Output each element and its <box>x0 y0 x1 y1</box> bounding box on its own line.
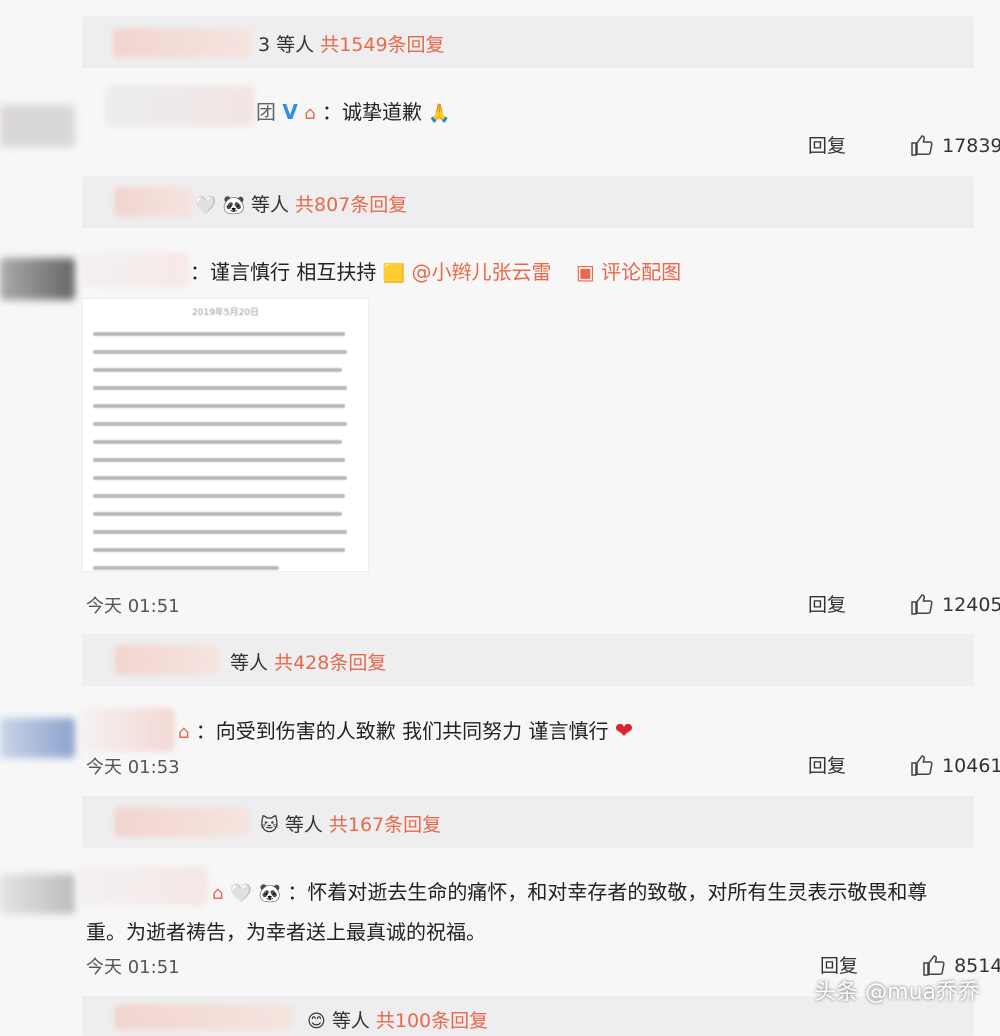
sticker-icon: 🤍 <box>194 195 217 216</box>
comment-body-line1: ：怀着对逝去生命的痛怀，和对幸存者的致敬，对所有生灵表示敬畏和尊 <box>287 880 928 904</box>
reply-summary-bar[interactable]: 3 等人 共1549条回复 <box>82 16 974 68</box>
comment-actions: 回复 10461 <box>808 751 1000 778</box>
sticker-icon: 🟨 <box>382 263 406 284</box>
comment-text: ⌂ ：向受到伤害的人致歉 我们共同努力 谨言慎行 ❤ <box>178 715 633 744</box>
reply-summary-bar[interactable]: 🐱 等人 共167条回复 <box>82 796 974 848</box>
reply-count-link[interactable]: 共428条回复 <box>274 652 386 674</box>
mention-link[interactable]: @小辫儿张云雷 <box>412 260 552 284</box>
comment-text: ：谨言慎行 相互扶持 🟨 @小辫儿张云雷 ▣ 评论配图 <box>190 256 681 285</box>
sticker-icon: 🐱 <box>260 815 279 836</box>
comment-picture[interactable]: 2019年5月20日 <box>82 298 369 572</box>
blurred-username <box>80 252 190 288</box>
thumbs-up-icon[interactable] <box>910 754 934 776</box>
reply-summary-suffix: 等人 <box>250 194 289 216</box>
blurred-username <box>114 1004 294 1030</box>
reply-summary-text: 等人 共428条回复 <box>230 648 386 675</box>
reply-summary-text: 3 等人 共1549条回复 <box>258 30 445 57</box>
avatar[interactable] <box>0 718 75 758</box>
reply-count-link[interactable]: 共807条回复 <box>295 194 407 216</box>
avatar[interactable] <box>0 105 75 147</box>
reply-count-link[interactable]: 共1549条回复 <box>320 34 444 56</box>
sticker-icon: 😊 <box>307 1011 326 1032</box>
blurred-username <box>80 708 175 752</box>
comment-actions: 回复 17839 <box>808 131 1000 158</box>
avatar[interactable] <box>0 874 75 914</box>
reply-button[interactable]: 回复 <box>808 135 846 157</box>
comment-text: ⌂ 🤍 🐼 ：怀着对逝去生命的痛怀，和对幸存者的致敬，对所有生灵表示敬畏和尊 <box>212 876 927 905</box>
fan-badge-icon: ⌂ <box>304 103 316 124</box>
verified-icon: V <box>282 100 298 124</box>
blurred-username <box>105 85 255 127</box>
panda-icon: 🐼 <box>258 883 281 904</box>
comment-time: 今天 01:51 <box>86 957 180 978</box>
comment-actions: 回复 12405 <box>808 590 1000 617</box>
picture-date: 2019年5月20日 <box>191 308 260 318</box>
comment-body-line2: 重。为逝者祷告，为幸者送上最真诚的祝福。 <box>86 920 486 944</box>
comment-time: 今天 01:51 <box>86 596 180 617</box>
watermark: 头条 @mua乔乔 <box>814 980 980 1005</box>
blurred-username <box>114 807 249 837</box>
comment-picture-label: 评论配图 <box>601 260 682 284</box>
comment-body: ：向受到伤害的人致歉 我们共同努力 谨言慎行 <box>195 719 609 743</box>
reply-summary-suffix: 3 等人 <box>258 34 315 56</box>
blurred-username <box>114 645 219 675</box>
blurred-username <box>114 187 194 217</box>
like-count: 12405 <box>942 594 1000 616</box>
like-count: 17839 <box>942 135 1000 157</box>
comment-picture-link[interactable]: ▣ 评论配图 <box>576 260 681 284</box>
comment-body: ：谨言慎行 相互扶持 <box>190 260 377 284</box>
reply-count-link[interactable]: 共167条回复 <box>329 814 441 836</box>
reply-summary-text: 🐱 等人 共167条回复 <box>260 810 441 837</box>
reply-summary-suffix: 等人 <box>284 814 323 836</box>
like-count: 10461 <box>942 755 1000 777</box>
blurred-username <box>112 28 252 58</box>
picture-text-lines <box>83 332 368 570</box>
picture-icon: ▣ <box>575 260 595 284</box>
thumbs-up-icon[interactable] <box>910 593 934 615</box>
sticker-icon: 🤍 <box>229 883 253 904</box>
heart-icon: ❤ <box>614 719 634 744</box>
fan-badge-icon: ⌂ <box>212 883 224 904</box>
comment-time: 今天 01:53 <box>86 757 180 778</box>
reply-summary-text: 🤍 🐼 等人 共807条回复 <box>194 190 407 217</box>
comment-body: ：诚挚道歉 <box>322 100 422 124</box>
avatar[interactable] <box>0 258 75 300</box>
reply-summary-bar[interactable]: 🤍 🐼 等人 共807条回复 <box>82 176 974 228</box>
reply-button[interactable]: 回复 <box>808 594 846 616</box>
reply-summary-bar[interactable]: 等人 共428条回复 <box>82 634 974 686</box>
thumbs-up-icon[interactable] <box>910 134 934 156</box>
blurred-username <box>78 866 208 906</box>
reply-button[interactable]: 回复 <box>808 755 846 777</box>
reply-count-link[interactable]: 共100条回复 <box>376 1010 488 1032</box>
reply-summary-suffix: 等人 <box>230 652 269 674</box>
reply-summary-text: 😊 等人 共100条回复 <box>307 1006 488 1033</box>
reply-summary-suffix: 等人 <box>331 1010 370 1032</box>
praying-hands-icon: 🙏 <box>428 103 451 124</box>
panda-icon: 🐼 <box>222 195 245 216</box>
fan-badge-icon: ⌂ <box>178 722 190 743</box>
thumbs-up-icon[interactable] <box>922 954 946 976</box>
username-suffix: 团 <box>256 100 276 124</box>
comment-text: 团 V ⌂ ：诚挚道歉 🙏 <box>256 96 451 125</box>
